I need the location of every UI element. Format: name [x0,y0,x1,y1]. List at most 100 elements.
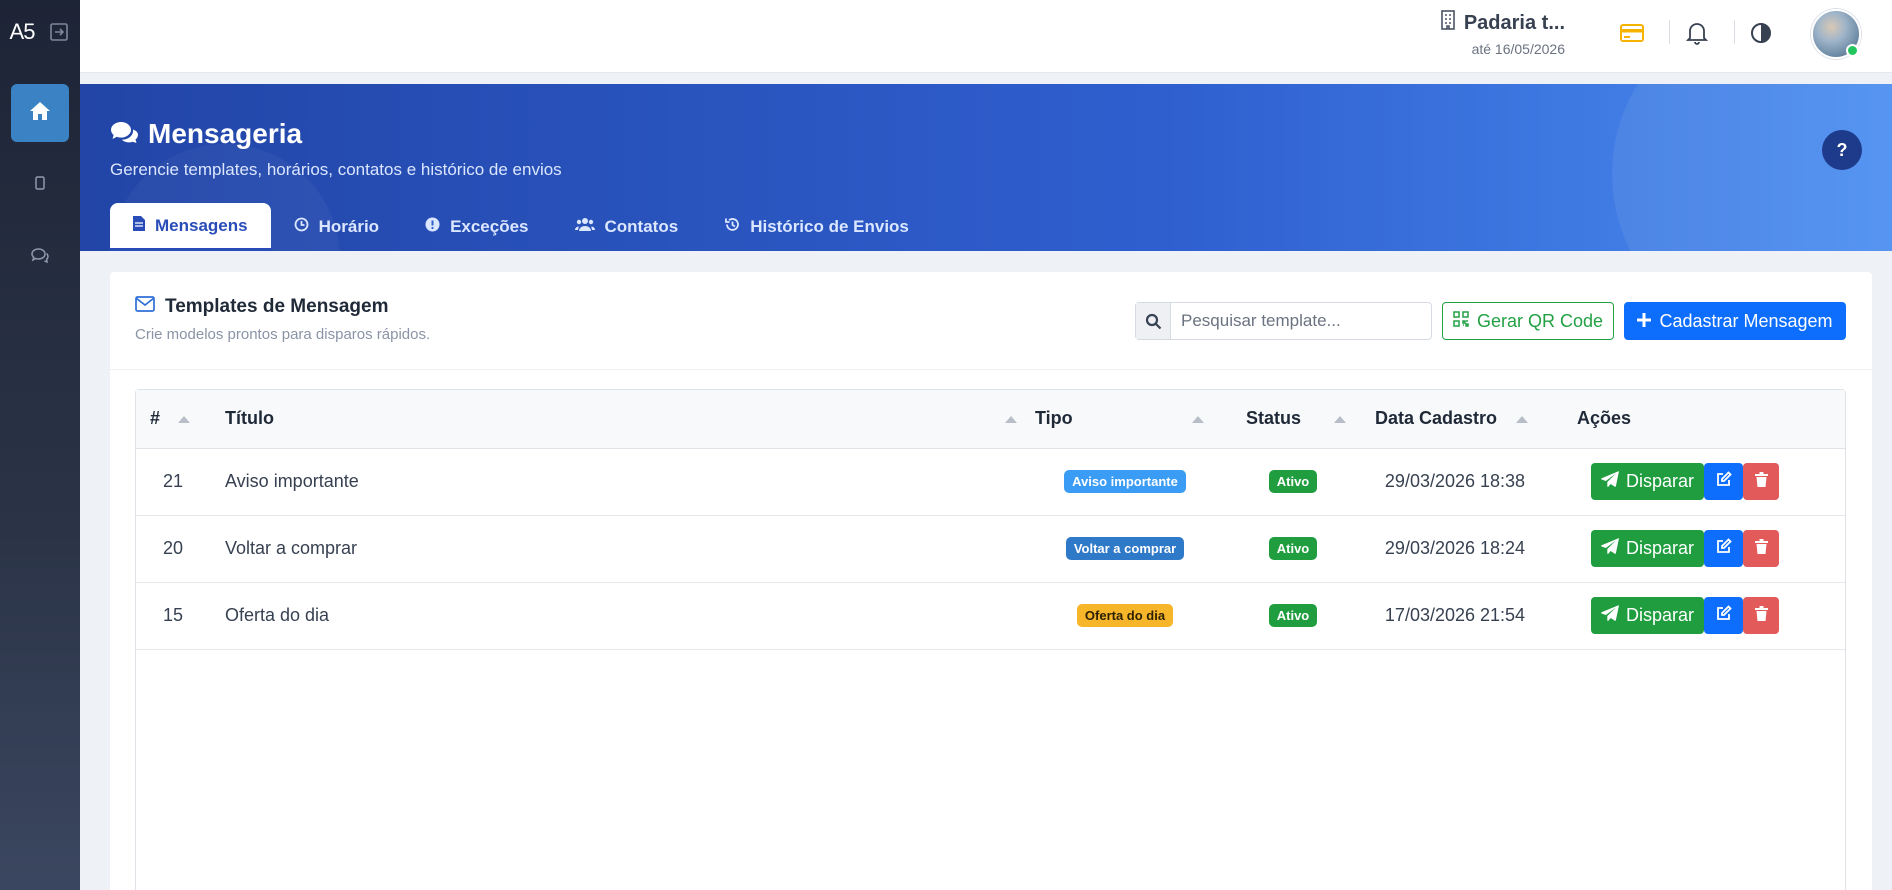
edit-button[interactable] [1704,463,1744,500]
sidebar-item-chat[interactable] [11,228,69,286]
plus-icon [1637,311,1652,332]
paper-plane-icon [1601,538,1619,559]
page-title: Mensageria [110,118,302,150]
table-row: 21 Aviso importante Aviso importante Ati… [136,448,1845,515]
sort-icon[interactable] [178,416,190,423]
page-hero: Mensageria Gerencie templates, horários,… [80,84,1892,251]
paper-plane-icon [1601,605,1619,626]
type-badge: Aviso importante [1064,470,1186,493]
logo[interactable]: A5 [10,19,36,45]
sidebar-header: A5 [0,0,80,64]
clock-icon [294,217,309,237]
status-badge: Ativo [1268,470,1318,493]
tab-horario[interactable]: Horário [271,203,402,251]
table-header-row: # Título Tipo Status Data Cadastro Ações [136,390,1845,449]
divider [1734,20,1735,44]
bell-icon[interactable] [1682,18,1712,48]
add-message-button[interactable]: Cadastrar Mensagem [1624,302,1846,340]
column-header-date[interactable]: Data Cadastro [1355,390,1555,449]
sidebar-item-home[interactable] [11,84,69,142]
status-badge: Ativo [1268,604,1318,627]
send-button[interactable]: Disparar [1591,463,1705,500]
templates-card: Templates de Mensagem Crie modelos pront… [110,272,1872,890]
column-header-title[interactable]: Título [210,390,1019,449]
table-row: 20 Voltar a comprar Voltar a comprar Ati… [136,515,1845,582]
send-button[interactable]: Disparar [1591,530,1705,567]
home-icon [29,101,51,126]
building-icon [1440,10,1456,36]
plan-expiry: até 16/05/2026 [1471,41,1565,57]
trash-icon [1754,605,1768,626]
send-button[interactable]: Disparar [1591,597,1705,634]
history-icon [724,217,740,237]
templates-table: # Título Tipo Status Data Cadastro Ações… [135,389,1846,890]
card-title-text: Templates de Mensagem [165,296,389,317]
online-status-dot [1846,44,1859,57]
credit-card-icon[interactable] [1617,18,1647,48]
company-selector[interactable]: Padaria t... até 16/05/2026 [1440,10,1565,57]
sort-icon[interactable] [1516,416,1528,423]
tab-label: Exceções [450,217,529,236]
contrast-icon[interactable] [1746,18,1776,48]
tab-label: Mensagens [155,215,248,235]
help-button[interactable]: ? [1822,130,1862,170]
topbar: Padaria t... até 16/05/2026 [80,0,1892,73]
send-label: Disparar [1626,605,1695,625]
sidebar: A5 [0,0,80,890]
card-subtitle: Crie modelos prontos para disparos rápid… [135,326,431,343]
tab-excecoes[interactable]: Exceções [402,203,551,251]
paper-plane-icon [1601,471,1619,492]
edit-icon [1716,471,1732,492]
row-title: Oferta do dia [225,605,330,625]
generate-qr-button[interactable]: Gerar QR Code [1442,302,1614,340]
tab-mensagens[interactable]: Mensagens [110,203,271,251]
row-type: Oferta do dia [1019,582,1231,649]
search-box [1135,302,1432,340]
sort-icon[interactable] [1005,416,1017,423]
logout-icon[interactable] [48,21,70,43]
column-header-id[interactable]: # [136,390,210,449]
sort-icon[interactable] [1334,416,1346,423]
page-subtitle: Gerencie templates, horários, contatos e… [110,160,562,179]
edit-button[interactable] [1704,597,1744,634]
row-type: Voltar a comprar [1019,515,1231,582]
delete-button[interactable] [1743,597,1780,634]
column-header-actions: Ações [1555,390,1845,449]
users-icon [574,217,595,237]
column-header-status[interactable]: Status [1231,390,1355,449]
table-row: 15 Oferta do dia Oferta do dia Ativo 17/… [136,582,1845,649]
comments-icon [110,118,138,150]
add-message-label: Cadastrar Mensagem [1659,310,1833,331]
row-actions: Disparar [1555,448,1845,515]
tab-label: Histórico de Envios [750,217,909,236]
envelope-icon [135,296,155,318]
mobile-icon [35,175,45,195]
search-input[interactable] [1171,304,1426,338]
chat-icon [30,247,50,268]
qrcode-icon [1453,310,1469,332]
delete-button[interactable] [1743,463,1780,500]
type-badge: Voltar a comprar [1065,537,1185,560]
send-label: Disparar [1626,471,1695,491]
tab-contatos[interactable]: Contatos [552,203,702,251]
row-title: Voltar a comprar [225,538,358,558]
sort-icon[interactable] [1192,416,1204,423]
avatar[interactable] [1811,9,1861,59]
tab-historico[interactable]: Histórico de Envios [701,203,932,251]
delete-button[interactable] [1743,530,1780,567]
exclamation-circle-icon [425,217,440,237]
search-icon [1136,303,1171,339]
row-status: Ativo [1231,582,1355,649]
row-type: Aviso importante [1019,448,1231,515]
sidebar-item-mobile[interactable] [11,156,69,214]
row-status: Ativo [1231,448,1355,515]
tabs: Mensagens Horário Exceções Contatos Hist… [110,203,932,251]
column-header-type[interactable]: Tipo [1019,390,1231,449]
row-date: 17/03/2026 21:54 [1384,605,1526,625]
tab-label: Horário [318,217,380,236]
tab-label: Contatos [604,217,679,236]
card-title: Templates de Mensagem [135,296,389,318]
generate-qr-label: Gerar QR Code [1476,310,1604,331]
edit-button[interactable] [1704,530,1744,567]
row-actions: Disparar [1555,515,1845,582]
